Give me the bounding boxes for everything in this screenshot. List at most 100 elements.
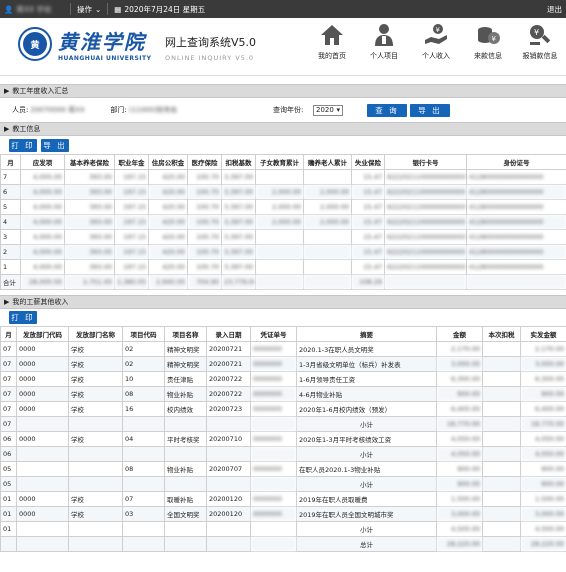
table-cell: 校内绩效 [164,401,207,417]
table-cell: 07 [0,401,17,417]
column-header: 基本养老保险 [64,154,115,170]
table-cell: 420.00 [148,259,188,275]
table-cell: 28,220.00 [436,536,483,552]
table-cell [68,446,123,462]
table-cell: 4,000.00 [20,214,65,230]
top-bar: 👤 蒋ХХ 学校 操作 ⌄ ▦ 2020年7月24日 星期五 退出 [0,0,566,18]
table-cell: 3,397.00 [221,199,256,215]
table-cell: 总计 [296,536,437,552]
table-cell: 4,000.00 [20,259,65,275]
table-cell: 197.15 [114,199,149,215]
table-cell: 学校 [68,371,123,387]
table-cell [206,446,251,462]
table-cell: 6222021100000000000 [384,229,467,245]
table-cell: 物业补贴 [164,386,207,402]
table-cell: 4,050.00 [520,446,566,462]
column-header: 扣税基数 [221,154,256,170]
table-cell: 28,000.00 [20,274,65,290]
table-cell [482,446,521,462]
table-cell: 0000 [16,371,69,387]
table-cell [482,371,521,387]
table-cell: 100.70 [187,214,222,230]
table-cell: 100.70 [187,244,222,260]
table-cell: 20200722 [206,371,251,387]
table-cell: 05 [0,476,17,492]
table-cell: 1 [0,259,21,275]
table-cell: 精神文明奖 [164,356,207,372]
table-cell: 0000 [16,341,69,357]
table-cell: 0000000 [250,371,297,387]
table-cell: 20200721 [206,341,251,357]
table-cell: 02 [122,356,165,372]
table-cell: 393.00 [64,244,115,260]
collapse-arrow-icon: ▶ [4,125,10,133]
table-cell: 20200723 [206,401,251,417]
person-label: 人员: [12,106,29,114]
table-cell: 20200722 [206,386,251,402]
table-cell: 0000 [16,356,69,372]
table-cell [164,536,207,552]
table-cell: 01 [0,491,17,507]
table-cell: 6222021100000000000 [384,259,467,275]
table-cell: 420.00 [148,184,188,200]
ops-menu[interactable]: 操作 ⌄ [77,4,101,15]
table-cell: 0000000 [250,386,297,402]
table-cell: 2020年1-6月校内绩效（预发） [296,401,437,417]
table-cell: 5 [0,199,21,215]
print-button[interactable]: 打 印 [9,311,37,324]
table-cell [68,476,123,492]
table-cell: 小计 [296,416,437,432]
nav-label: 来款信息 [474,52,502,60]
table-cell [16,536,69,552]
nav-income[interactable]: ¥ 个人收入 [410,22,462,61]
table-cell: 学校 [68,491,123,507]
table-cell: 在职人员2020.1-3物业补贴 [296,461,437,477]
table-cell: 15.47 [351,244,385,260]
nav-reimburse[interactable]: ¥ 报销款信息 [514,22,566,61]
table-cell [482,476,521,492]
nav-projects[interactable]: 个人项目 [358,22,410,61]
table-cell [255,274,304,290]
summary-section-header[interactable]: ▶ 教工年度收入汇总 [0,84,566,98]
export-button[interactable]: 导 出 [41,138,69,152]
table-cell: 704.90 [187,274,222,290]
table-cell: 01 [0,506,17,522]
column-header: 失业保险 [351,154,385,170]
user-menu[interactable]: 👤 蒋ХХ 学校 [4,4,64,15]
table-cell: 393.00 [64,169,115,185]
section-title: 我的工薪其他收入 [12,298,69,306]
table-cell [122,521,165,537]
table-cell: 16 [122,401,165,417]
table-cell: 0000 [16,506,69,522]
column-header: 月 [0,154,21,170]
other-income-section-header[interactable]: ▶ 我的工薪其他收入 [0,295,566,309]
collapse-arrow-icon: ▶ [4,87,10,95]
year-select[interactable]: 2020 [313,104,343,116]
coins-icon: ¥ [478,27,500,44]
dept-value: (11000)财务处 [128,106,178,114]
table-cell: 责任津贴 [164,371,207,387]
table-row: 05 小计 900.00 900.00 [0,476,566,492]
print-button[interactable]: 打 印 [9,138,37,152]
staff-section-header[interactable]: ▶ 教工信息 [0,122,566,136]
exit-link[interactable]: 退出 [547,4,562,15]
table-row: 7 4,000.00 393.00 197.15 420.00 100.70 3,397.0… [0,169,566,185]
table-cell [482,536,521,552]
table-cell [206,416,251,432]
table-cell: 2,000.00 [255,184,304,200]
nav-home[interactable]: 我的首页 [306,22,358,61]
table-row: 05 08 物业补贴 20200707 0000000 在职人员2020.1-3物业补贴 9… [0,461,566,477]
nav-receipts[interactable]: ¥ 来款信息 [462,22,514,61]
table-cell: 合计 [0,274,21,290]
table-row: 5 4,000.00 393.00 197.15 420.00 100.70 3,397.0… [0,199,566,215]
table-cell: 平时考核奖 [164,431,207,447]
query-button[interactable]: 查 询 [367,103,407,117]
table-cell: 15.47 [351,259,385,275]
table-row: 6 4,000.00 393.00 197.15 420.00 100.70 3,397.0… [0,184,566,200]
nav-label: 我的首页 [318,52,346,60]
table-cell: 6222021100000000000 [384,169,467,185]
export-button[interactable]: 导 出 [410,103,450,117]
table-row: 总计 28,220.00 28,220.00 [0,536,566,552]
table-cell: 393.00 [64,229,115,245]
divider [70,3,71,15]
